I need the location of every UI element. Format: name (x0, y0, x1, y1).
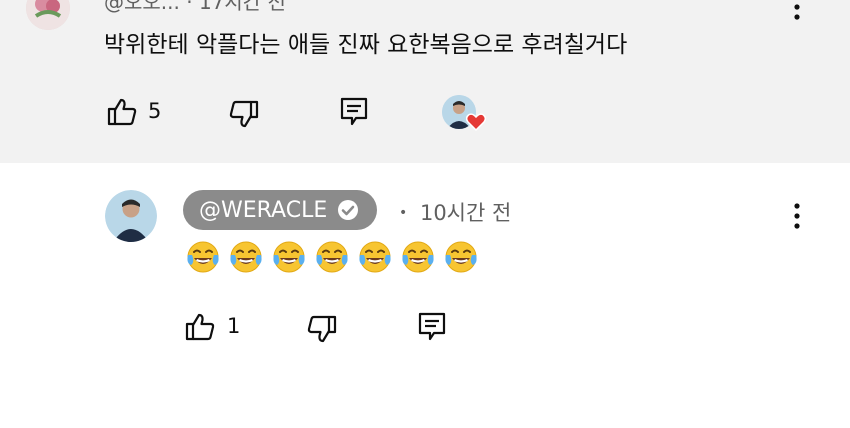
comment-meta: • 10시간 전 (399, 197, 511, 227)
dislike-icon (229, 100, 259, 128)
comment-header-partial: @오오... · 17시간 전 (104, 0, 286, 14)
highlighted-comment: @오오... · 17시간 전 박위한테 악플다는 애들 진짜 요한복음으로 후… (0, 0, 850, 163)
comment-timestamp: 10시간 전 (419, 201, 512, 225)
like-button[interactable] (182, 309, 218, 345)
tears-of-joy-emoji (186, 240, 220, 274)
comment-text-emoji (186, 240, 478, 274)
reply-icon (340, 97, 368, 126)
like-button[interactable] (104, 94, 140, 130)
commenter-avatar[interactable] (26, 0, 70, 30)
like-icon (185, 313, 215, 341)
more-vert-icon (794, 4, 800, 20)
meta-separator: • (399, 205, 408, 221)
commenter-avatar[interactable] (105, 190, 157, 242)
tears-of-joy-emoji (401, 240, 435, 274)
author-handle: @WERACLE (199, 197, 328, 223)
heart-icon (466, 113, 486, 131)
dislike-button[interactable] (304, 311, 340, 347)
like-count: 5 (148, 99, 162, 123)
tears-of-joy-emoji (358, 240, 392, 274)
dislike-icon (307, 315, 337, 343)
tears-of-joy-emoji (315, 240, 349, 274)
creator-heart-badge (442, 95, 488, 135)
reply-icon (418, 312, 446, 341)
like-count: 1 (227, 314, 241, 338)
more-vert-icon (794, 203, 800, 229)
tears-of-joy-emoji (229, 240, 263, 274)
tears-of-joy-emoji (444, 240, 478, 274)
dislike-button[interactable] (226, 96, 262, 132)
reply-button[interactable] (414, 309, 450, 345)
tears-of-joy-emoji (272, 240, 306, 274)
verified-check-icon (338, 200, 359, 220)
like-icon (107, 98, 137, 126)
more-options-button[interactable] (787, 0, 807, 22)
more-options-button[interactable] (787, 201, 807, 231)
comment-text: 박위한테 악플다는 애들 진짜 요한복음으로 후려칠거다 (104, 32, 628, 58)
reply-button[interactable] (336, 94, 372, 130)
author-handle-chip[interactable]: @WERACLE (183, 190, 378, 230)
